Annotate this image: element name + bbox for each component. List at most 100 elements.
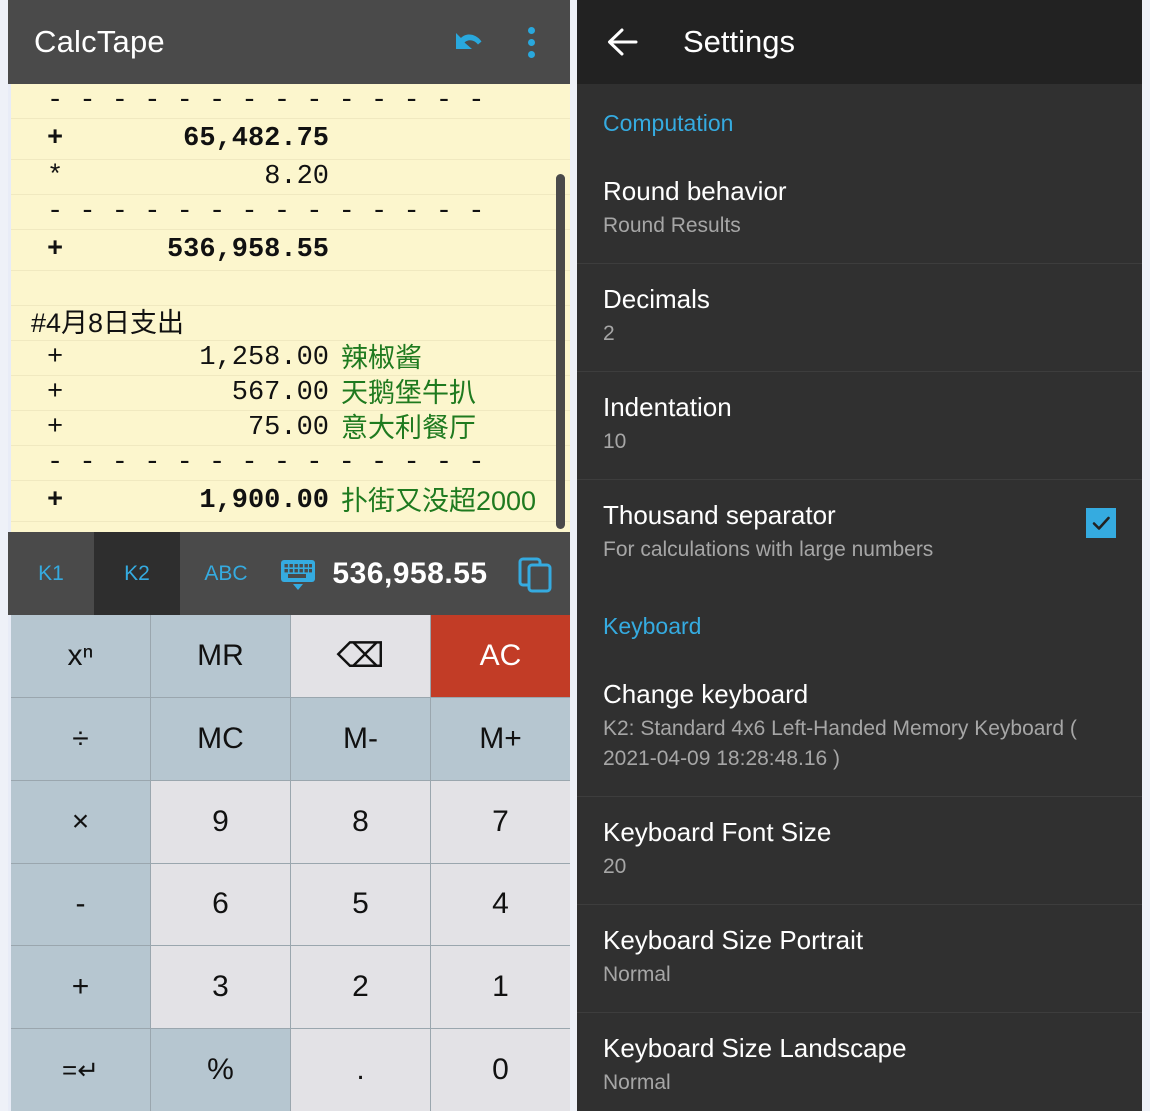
tape-row[interactable]: - - - - - - - - - - - - - - [11,195,570,230]
setting-texts: Keyboard Size Landscape Normal [603,1031,1116,1098]
setting-texts: Thousand separator For calculations with … [603,498,1074,565]
setting-title: Indentation [603,392,732,422]
tape-row[interactable]: - - - - - - - - - - - - - - [11,446,570,481]
key-label: =↵ [62,1054,99,1085]
tab-k2-label: K2 [124,561,150,585]
tape-value: 536,958.55 [166,235,329,265]
key-digit-4[interactable]: 4 [431,863,570,946]
calctape-pane: CalcTape - - - - - - - - - - - - - - +65,… [0,0,575,1111]
tab-abc-label: ABC [204,561,248,585]
tape-value: 1,258.00 [199,343,329,373]
key-digit-2[interactable]: 2 [291,946,430,1029]
tape-row[interactable]: +75.00 意大利餐厅 [11,411,570,446]
key-digit-7[interactable]: 7 [431,780,570,863]
calculation-tape[interactable]: - - - - - - - - - - - - - - +65,482.75 * 8.… [8,84,570,532]
key-label: ÷ [72,721,89,755]
key-equals-enter[interactable]: =↵ [11,1029,150,1111]
key-memory-add[interactable]: M+ [431,697,570,780]
key-all-clear[interactable]: AC [431,615,570,697]
setting-row[interactable]: Decimals 2 [577,263,1142,371]
setting-row[interactable]: Keyboard Size Landscape Normal [577,1012,1142,1111]
overflow-menu-icon[interactable] [514,19,548,65]
tape-row[interactable]: +536,958.55 [11,230,570,271]
key-digit-8[interactable]: 8 [291,780,430,863]
key-label: 4 [492,887,509,921]
key-backspace[interactable]: ⌫ [291,615,430,697]
setting-row[interactable]: Thousand separator For calculations with … [577,479,1142,587]
key-digit-3[interactable]: 3 [151,946,290,1029]
tab-abc[interactable]: ABC [180,532,272,615]
tape-comment: 扑街又没超2000 [341,486,537,516]
setting-title: Keyboard Size Landscape [603,1033,907,1063]
key-decimal-point[interactable]: . [291,1029,430,1111]
key-divide[interactable]: ÷ [11,697,150,780]
app-title: CalcTape [34,24,165,59]
key-label: % [207,1053,234,1087]
setting-row[interactable]: Keyboard Font Size 20 [577,796,1142,904]
key-digit-1[interactable]: 1 [431,946,570,1029]
key-label: . [356,1053,365,1087]
tape-section-header: #4月8日支出 [31,308,185,338]
settings-title: Settings [683,24,796,59]
key-memory-recall[interactable]: MR [151,615,290,697]
key-digit-5[interactable]: 5 [291,863,430,946]
settings-section-header: Computation [603,110,734,136]
tab-k1[interactable]: K1 [8,532,94,615]
running-total: 536,958.55 [332,556,488,590]
setting-texts: Indentation 10 [603,390,1116,457]
setting-value: 2 [603,322,615,345]
key-multiply[interactable]: × [11,780,150,863]
overflow-dot [527,50,535,58]
setting-texts: Decimals 2 [603,282,1116,349]
setting-title: Thousand separator [603,500,836,530]
key-add[interactable]: + [11,946,150,1029]
back-arrow-icon[interactable] [601,19,647,65]
tape-value: 8.20 [264,162,329,192]
setting-title: Change keyboard [603,679,809,709]
key-label: 1 [492,970,509,1004]
tape-comment: 天鹅堡牛扒 [341,378,476,408]
tape-row[interactable]: - - - - - - - - - - - - - - [11,84,570,119]
undo-icon[interactable] [444,19,490,65]
tape-row[interactable]: +65,482.75 [11,119,570,160]
setting-row[interactable]: Indentation 10 [577,371,1142,479]
key-subtract[interactable]: - [11,863,150,946]
key-memory-subtract[interactable]: M- [291,697,430,780]
setting-texts: Change keyboard K2: Standard 4x6 Left-Han… [603,677,1116,774]
tape-row[interactable]: +1,900.00 扑街又没超2000 [11,481,570,522]
calculator-keypad: xⁿ MR ⌫ AC ÷ MC M- M+ × 9 8 7 - 6 5 4 +3 2 1 =↵%. 0 [8,615,570,1111]
settings-pane: Settings Computation Round behavior Round … [575,0,1150,1111]
keyboard-icon[interactable] [272,532,324,615]
key-digit-9[interactable]: 9 [151,780,290,863]
setting-checkbox[interactable] [1086,508,1116,538]
key-label: MC [197,721,244,755]
tape-row[interactable]: +567.00 天鹅堡牛扒 [11,376,570,411]
tab-k2[interactable]: K2 [94,532,180,615]
setting-value: 20 [603,855,627,878]
key-label: - [75,887,86,921]
tape-value: 75.00 [247,413,329,443]
tape-value: 567.00 [231,378,329,408]
setting-value: Round Results [603,214,741,237]
key-percent[interactable]: % [151,1029,290,1111]
key-digit-6[interactable]: 6 [151,863,290,946]
keyboard-tab-strip: K1 K2 ABC 536,958.55 [8,532,570,615]
tab-k1-label: K1 [38,561,64,585]
key-label: 3 [212,970,229,1004]
key-label: 7 [492,804,509,838]
key-memory-clear[interactable]: MC [151,697,290,780]
setting-row[interactable]: Round behavior Round Results [577,156,1142,263]
tape-row-list: - - - - - - - - - - - - - - +65,482.75 * 8.… [11,84,570,532]
key-label: ⌫ [336,636,385,675]
tape-row[interactable]: +1,258.00 辣椒酱 [11,341,570,376]
setting-value: Normal [603,963,671,986]
setting-row[interactable]: Change keyboard K2: Standard 4x6 Left-Han… [577,659,1142,796]
copy-icon[interactable] [500,532,570,615]
tape-scrollbar[interactable] [556,174,565,529]
key-digit-0[interactable]: 0 [431,1029,570,1111]
tape-comment: 意大利餐厅 [341,413,476,443]
key-power[interactable]: xⁿ [11,615,150,697]
tape-row[interactable]: #4月8日支出 [11,306,570,341]
tape-row[interactable]: * 8.20 [11,160,570,195]
setting-row[interactable]: Keyboard Size Portrait Normal [577,904,1142,1012]
